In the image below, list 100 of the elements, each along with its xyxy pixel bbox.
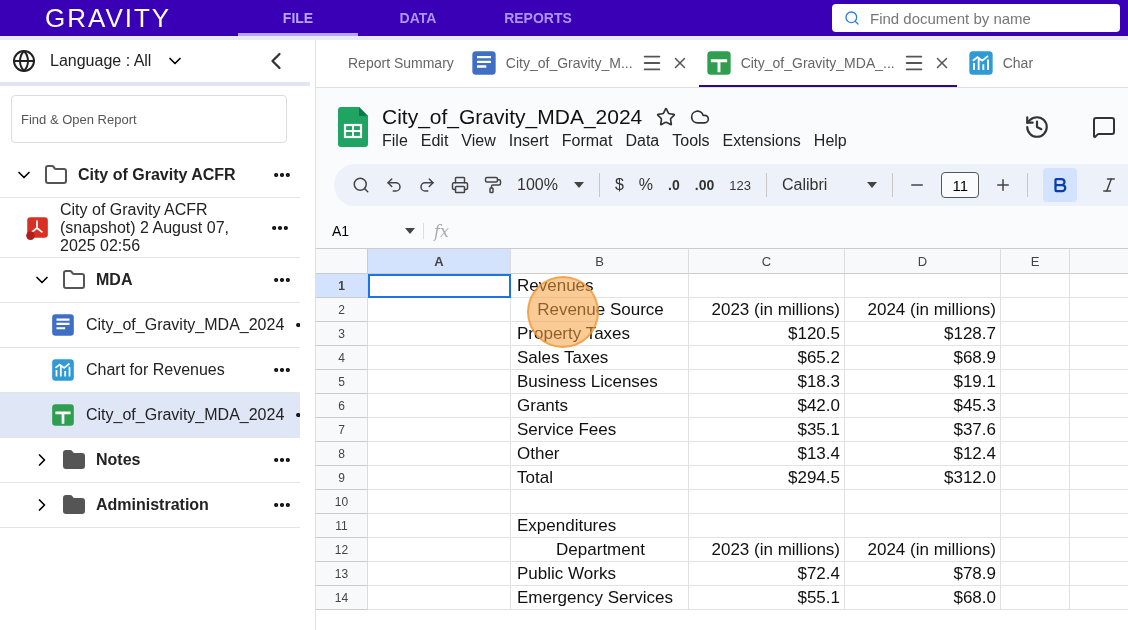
column-header[interactable] — [1070, 249, 1128, 274]
table-cell[interactable] — [368, 538, 511, 562]
table-cell[interactable]: Sales Taxes — [511, 346, 689, 370]
tree-item[interactable]: City of Gravity ACFR (snapshot) 2 August 07, 2025 02:56 — [0, 198, 300, 258]
table-cell[interactable] — [1001, 346, 1070, 370]
table-cell[interactable]: 2023 (in millions) — [689, 538, 845, 562]
table-cell[interactable]: Service Fees — [511, 418, 689, 442]
table-cell[interactable]: $128.7 — [845, 322, 1001, 346]
table-cell[interactable]: 2023 (in millions) — [689, 298, 845, 322]
table-cell[interactable] — [368, 562, 511, 586]
language-label[interactable]: Language : All — [50, 52, 152, 70]
menu-item[interactable]: Edit — [414, 131, 456, 150]
tree-item[interactable]: City_of_Gravity_MDA_2024 — [0, 393, 300, 438]
history-icon[interactable] — [1024, 114, 1050, 140]
column-header[interactable]: B — [511, 249, 689, 274]
table-cell[interactable]: $65.2 — [689, 346, 845, 370]
table-cell[interactable]: $13.4 — [689, 442, 845, 466]
zoom-dropdown[interactable]: 100% — [517, 176, 584, 194]
search-icon[interactable] — [352, 176, 370, 194]
table-cell[interactable]: $294.5 — [689, 466, 845, 490]
name-box[interactable]: A1 — [332, 223, 424, 239]
document-search-field[interactable]: Find document by name — [832, 4, 1120, 32]
table-cell[interactable] — [368, 394, 511, 418]
document-tab[interactable]: City_of_Gravity_MDA_... — [698, 40, 957, 87]
row-header[interactable]: 10 — [316, 490, 368, 514]
table-cell[interactable] — [1001, 274, 1070, 298]
document-tab[interactable]: Char — [960, 40, 1040, 87]
table-cell[interactable]: $120.5 — [689, 322, 845, 346]
table-cell[interactable]: $68.0 — [845, 586, 1001, 610]
table-cell[interactable] — [368, 514, 511, 538]
table-cell[interactable]: $18.3 — [689, 370, 845, 394]
format-button[interactable]: $ — [614, 176, 624, 194]
format-button[interactable]: 123 — [729, 177, 751, 193]
table-cell[interactable] — [368, 490, 511, 514]
table-cell[interactable] — [1001, 514, 1070, 538]
report-search-field[interactable]: Find & Open Report — [11, 95, 287, 143]
table-cell[interactable]: Business Licenses — [511, 370, 689, 394]
column-header[interactable]: D — [845, 249, 1001, 274]
table-cell[interactable]: $68.9 — [845, 346, 1001, 370]
table-cell[interactable] — [368, 346, 511, 370]
table-cell[interactable] — [368, 442, 511, 466]
table-cell[interactable] — [845, 514, 1001, 538]
table-cell[interactable]: $19.1 — [845, 370, 1001, 394]
table-cell[interactable] — [368, 322, 511, 346]
menu-item[interactable]: View — [455, 131, 503, 150]
table-cell[interactable]: $45.3 — [845, 394, 1001, 418]
table-cell[interactable]: Expenditures — [511, 514, 689, 538]
caret-icon[interactable] — [867, 182, 878, 188]
selected-cell[interactable] — [368, 274, 511, 298]
table-cell[interactable] — [368, 586, 511, 610]
table-cell[interactable] — [368, 466, 511, 490]
table-cell[interactable] — [689, 514, 845, 538]
table-cell[interactable]: Department — [511, 538, 689, 562]
menu-item[interactable]: File — [382, 131, 415, 150]
table-cell[interactable]: Total — [511, 466, 689, 490]
caret-icon[interactable] — [573, 182, 584, 188]
decimal-button[interactable]: .00 — [694, 177, 715, 193]
table-cell[interactable]: 2024 (in millions) — [845, 538, 1001, 562]
table-cell[interactable]: Emergency Services — [511, 586, 689, 610]
row-header[interactable]: 8 — [316, 442, 368, 466]
row-header[interactable]: 1 — [316, 274, 368, 298]
nav-tab[interactable]: DATA — [358, 0, 478, 36]
comment-icon[interactable] — [1092, 115, 1116, 139]
font-dropdown[interactable]: Calibri — [781, 176, 878, 194]
star-icon[interactable] — [656, 106, 677, 127]
menu-item[interactable]: Help — [807, 131, 854, 150]
table-cell[interactable] — [689, 274, 845, 298]
table-cell[interactable]: Other — [511, 442, 689, 466]
tree-item[interactable]: MDA — [0, 258, 300, 303]
table-cell[interactable]: Revenue Source — [511, 298, 689, 322]
table-cell[interactable]: Public Works — [511, 562, 689, 586]
table-cell[interactable] — [368, 298, 511, 322]
table-cell[interactable] — [1001, 394, 1070, 418]
table-cell[interactable]: $55.1 — [689, 586, 845, 610]
document-tab[interactable]: City_of_Gravity_M... — [463, 40, 695, 87]
table-cell[interactable] — [845, 490, 1001, 514]
table-cell[interactable] — [368, 370, 511, 394]
row-header[interactable]: 7 — [316, 418, 368, 442]
row-header[interactable]: 11 — [316, 514, 368, 538]
table-cell[interactable] — [1001, 562, 1070, 586]
table-cell[interactable] — [1001, 586, 1070, 610]
table-cell[interactable]: 2024 (in millions) — [845, 298, 1001, 322]
bold-button[interactable] — [1043, 168, 1078, 202]
tree-item[interactable]: City_of_Gravity_MDA_2024 — [0, 303, 300, 348]
table-cell[interactable]: $12.4 — [845, 442, 1001, 466]
grid-corner[interactable] — [316, 249, 368, 274]
row-header[interactable]: 3 — [316, 322, 368, 346]
document-tab[interactable]: Report Summary — [342, 40, 460, 87]
row-header[interactable]: 12 — [316, 538, 368, 562]
format-button[interactable]: % — [638, 176, 654, 194]
table-cell[interactable]: $37.6 — [845, 418, 1001, 442]
table-cell[interactable] — [845, 274, 1001, 298]
row-header[interactable]: 4 — [316, 346, 368, 370]
menu-item[interactable]: Tools — [666, 131, 717, 150]
row-header[interactable]: 13 — [316, 562, 368, 586]
table-cell[interactable]: $312.0 — [845, 466, 1001, 490]
column-header[interactable]: A — [368, 249, 511, 274]
column-header[interactable]: E — [1001, 249, 1070, 274]
table-cell[interactable] — [1001, 370, 1070, 394]
column-header[interactable]: C — [689, 249, 845, 274]
